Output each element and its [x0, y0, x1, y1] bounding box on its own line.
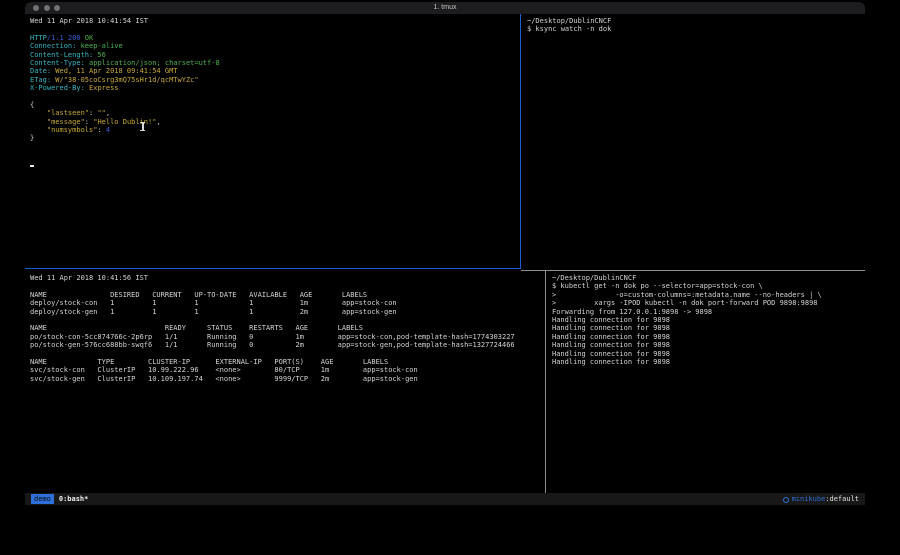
terminal-line [30, 282, 544, 290]
terminal-cursor [30, 165, 34, 168]
terminal-line: ETag: W/"38-05coCsrg3mQ75sHr1d/qcMTwYZc" [30, 76, 519, 84]
terminal-line [30, 316, 544, 324]
terminal-line: "message": "Hello Dublin!", [30, 118, 519, 126]
kube-namespace-label: :default [825, 493, 859, 505]
terminal-line: Forwarding from 127.0.0.1:9898 -> 9898 [552, 308, 865, 316]
terminal-line: Connection: keep-alive [30, 42, 519, 50]
terminal-line: svc/stock-gen ClusterIP 10.109.197.74 <n… [30, 375, 544, 383]
terminal-line: > xargs -IPOD kubectl -n dok port-forwar… [552, 299, 865, 307]
terminal-area: Wed 11 Apr 2018 10:41:54 IST HTTP/1.1 20… [25, 14, 865, 493]
pane-http-response[interactable]: Wed 11 Apr 2018 10:41:54 IST HTTP/1.1 20… [25, 14, 519, 267]
terminal-line [30, 93, 519, 101]
window-tab-bash[interactable]: 0:bash* [59, 493, 89, 505]
terminal-line: po/stock-gen-576cc688bb-swqf6 1/1 Runnin… [30, 341, 544, 349]
window-title: 1. tmux [25, 2, 865, 14]
terminal-line: "numsymbols": 4 [30, 126, 519, 134]
window-titlebar[interactable]: 1. tmux [25, 2, 865, 14]
terminal-line: HTTP/1.1 200 OK [30, 34, 519, 42]
mouse-text-cursor [142, 122, 144, 131]
pane-ksync-watch[interactable]: ~/Desktop/DublinCNCF$ ksync watch -n dok [522, 14, 865, 267]
terminal-line: $ kubectl get -n dok po --selector=app=s… [552, 282, 865, 290]
terminal-line: $ ksync watch -n dok [527, 25, 865, 33]
terminal-line: } [30, 134, 519, 142]
terminal-line: deploy/stock-gen 1 1 1 1 2m app=stock-ge… [30, 308, 544, 316]
terminal-line: Wed 11 Apr 2018 10:41:54 IST [30, 17, 519, 25]
terminal-line [30, 350, 544, 358]
terminal-line: "lastseen": "", [30, 109, 519, 117]
terminal-line: Handling connection for 9898 [552, 324, 865, 332]
pane-divider-horizontal[interactable] [521, 270, 865, 271]
terminal-line: NAME DESIRED CURRENT UP-TO-DATE AVAILABL… [30, 291, 544, 299]
terminal-line: > -o=custom-columns=:metadata.name --no-… [552, 291, 865, 299]
helm-icon [783, 497, 789, 503]
terminal-line [30, 143, 519, 151]
terminal-line: X-Powered-By: Express [30, 84, 519, 92]
pane-divider-horizontal-active[interactable] [25, 268, 521, 269]
desktop-background: 1. tmux Wed 11 Apr 2018 10:41:54 IST HTT… [0, 0, 900, 555]
terminal-line: ~/Desktop/DublinCNCF [527, 17, 865, 25]
terminal-line: svc/stock-con ClusterIP 10.99.222.96 <no… [30, 366, 544, 374]
terminal-line: NAME READY STATUS RESTARTS AGE LABELS [30, 324, 544, 332]
terminal-line: Content-Length: 56 [30, 51, 519, 59]
pane-divider-vertical-active[interactable] [520, 14, 521, 269]
terminal-line [30, 25, 519, 33]
terminal-line: { [30, 101, 519, 109]
pane-port-forward[interactable]: ~/Desktop/DublinCNCF$ kubectl get -n dok… [547, 271, 865, 493]
terminal-line: Wed 11 Apr 2018 10:41:56 IST [30, 274, 544, 282]
terminal-line: Content-Type: application/json; charset=… [30, 59, 519, 67]
terminal-line: Handling connection for 9898 [552, 350, 865, 358]
terminal-line: Handling connection for 9898 [552, 358, 865, 366]
terminal-line: ~/Desktop/DublinCNCF [552, 274, 865, 282]
terminal-line: Date: Wed, 11 Apr 2018 09:41:54 GMT [30, 67, 519, 75]
terminal-window: 1. tmux Wed 11 Apr 2018 10:41:54 IST HTT… [25, 2, 865, 505]
terminal-line: deploy/stock-con 1 1 1 1 1m app=stock-co… [30, 299, 544, 307]
kube-context-label: minikube [792, 493, 826, 505]
terminal-line: po/stock-con-5cc874766c-2p6rp 1/1 Runnin… [30, 333, 544, 341]
terminal-line: Handling connection for 9898 [552, 316, 865, 324]
terminal-line [30, 151, 519, 159]
terminal-line: NAME TYPE CLUSTER-IP EXTERNAL-IP PORT(S)… [30, 358, 544, 366]
terminal-line [30, 160, 519, 168]
pane-kubectl-resources[interactable]: Wed 11 Apr 2018 10:41:56 IST NAME DESIRE… [25, 271, 544, 493]
terminal-line: Handling connection for 9898 [552, 341, 865, 349]
session-name-badge: demo [31, 494, 54, 504]
pane-divider-vertical[interactable] [545, 271, 546, 493]
terminal-line: Handling connection for 9898 [552, 333, 865, 341]
tmux-status-bar: demo 0:bash* minikube :default [25, 493, 865, 505]
